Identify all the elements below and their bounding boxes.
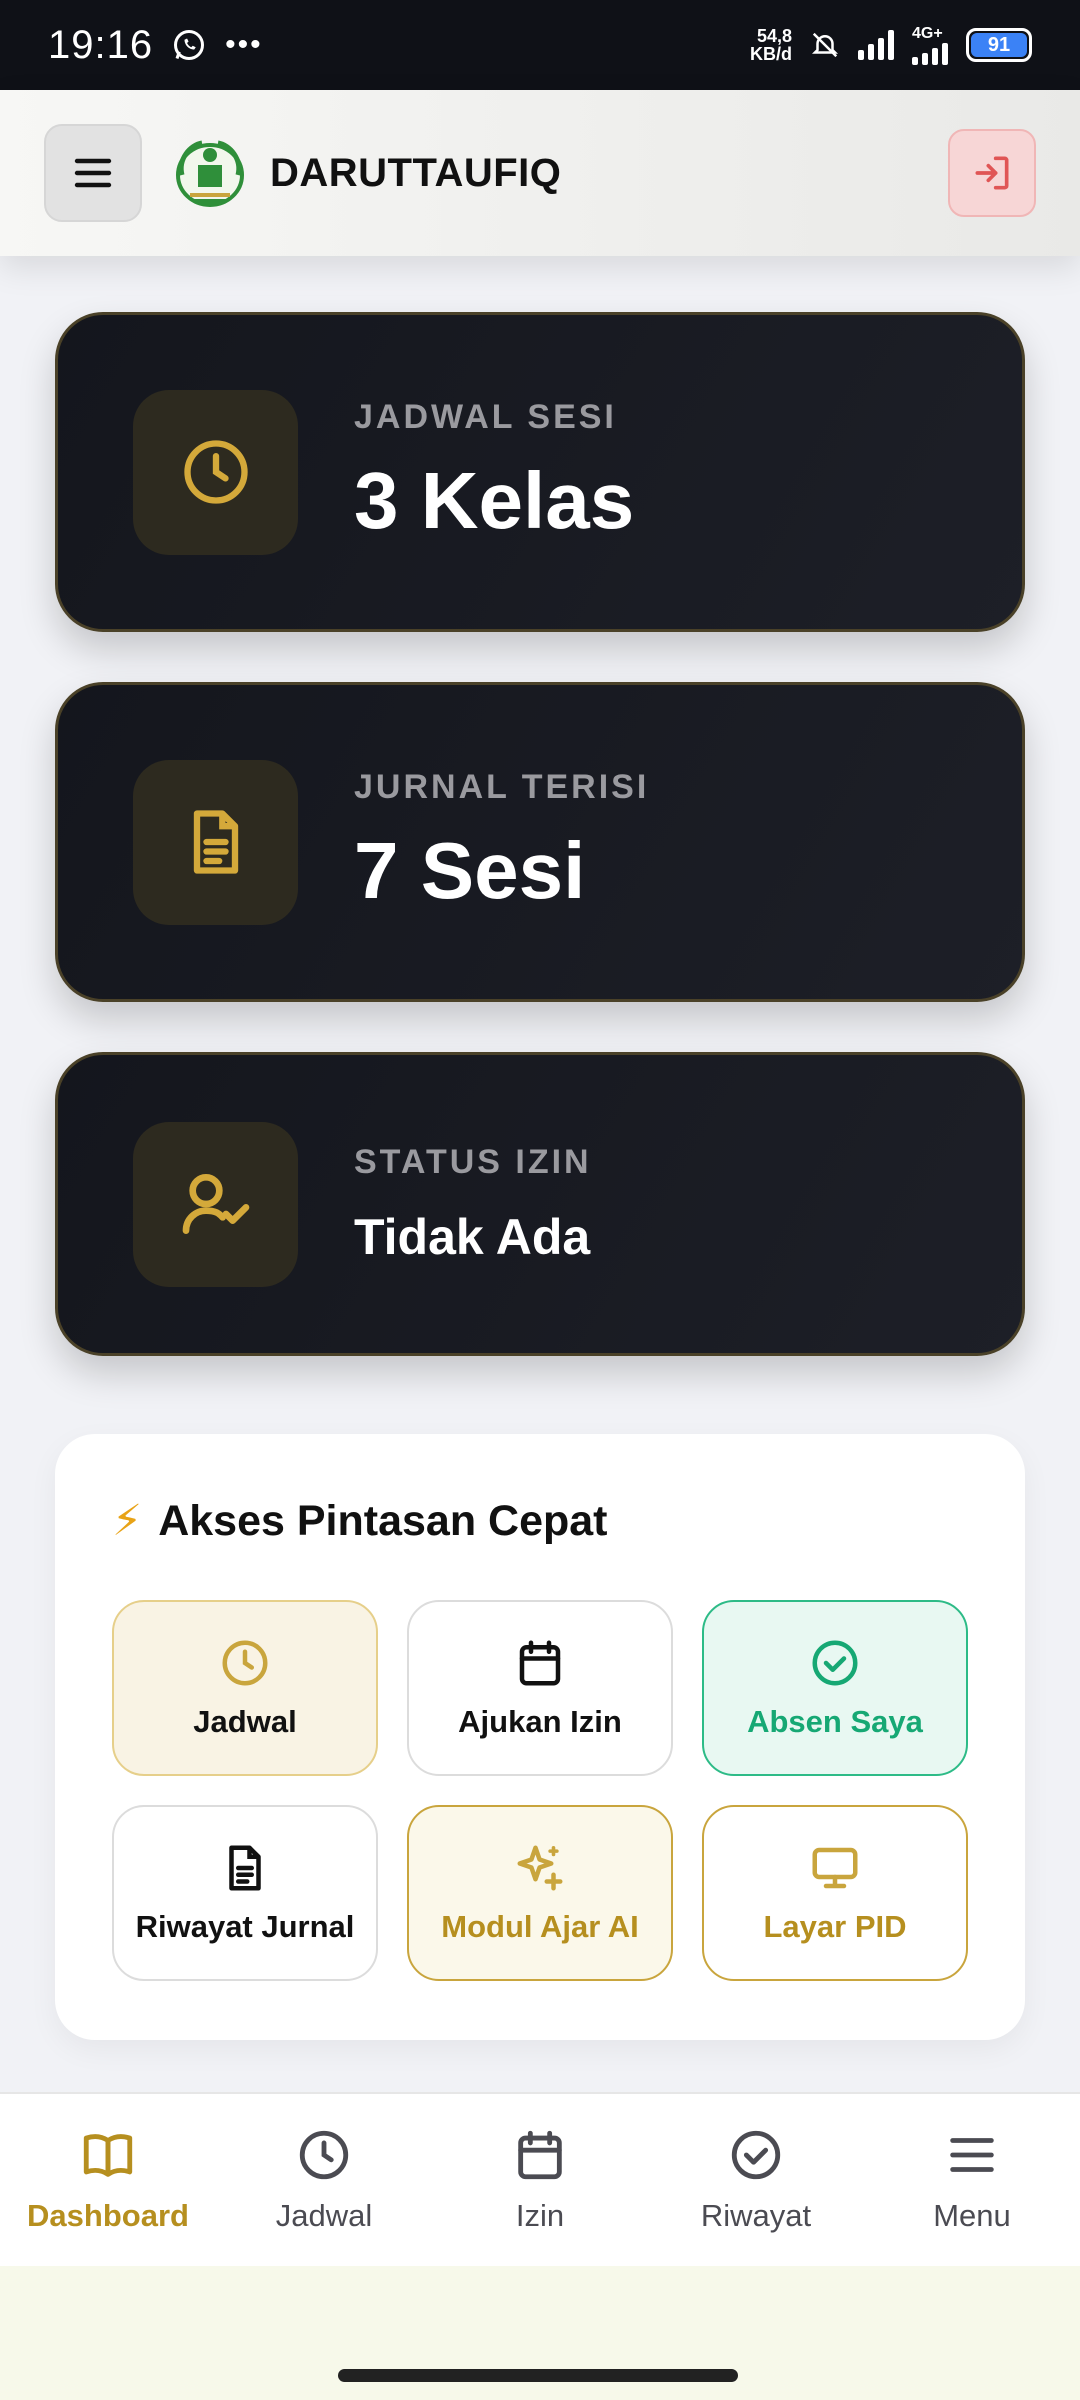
check-circle-icon xyxy=(812,1640,858,1686)
quick-tile-layar-pid[interactable]: Layar PID xyxy=(702,1805,968,1981)
home-indicator[interactable] xyxy=(338,2369,738,2382)
quick-tile-ajukan-izin[interactable]: Ajukan Izin xyxy=(407,1600,673,1776)
calendar-icon xyxy=(518,2130,562,2180)
stat-label: STATUS IZIN xyxy=(354,1142,592,1181)
quick-tile-label: Modul Ajar AI xyxy=(441,1909,639,1944)
clock-icon xyxy=(183,440,248,504)
battery-icon: 91 xyxy=(966,28,1032,62)
stat-value: 7 Sesi xyxy=(354,825,586,915)
nav-label: Dashboard xyxy=(27,2198,189,2233)
quick-tile-modul-ajar-ai[interactable]: Modul Ajar AI xyxy=(407,1805,673,1981)
sparkles-icon xyxy=(517,1845,563,1891)
hamburger-icon xyxy=(74,158,112,188)
stat-card-status-izin[interactable]: STATUS IZIN Tidak Ada xyxy=(55,1052,1025,1356)
stat-icon-box xyxy=(133,389,298,555)
monitor-icon xyxy=(812,1847,858,1889)
status-time: 19:16 xyxy=(48,22,154,67)
brand-name: DARUTTAUFIQ xyxy=(270,150,562,195)
quick-tile-riwayat-jurnal[interactable]: Riwayat Jurnal xyxy=(112,1805,378,1981)
stat-label: JURNAL TERISI xyxy=(354,767,650,806)
logout-icon xyxy=(975,156,1009,190)
quick-tile-jadwal[interactable]: Jadwal xyxy=(112,1600,378,1776)
document-icon xyxy=(193,810,238,874)
logout-button[interactable] xyxy=(948,129,1036,217)
stat-icon-box xyxy=(133,759,298,925)
network-type: 4G+ xyxy=(912,25,943,42)
bottom-navigation: Dashboard Jadwal Izin Riwayat Menu xyxy=(0,2092,1080,2266)
signal-icon xyxy=(858,30,894,60)
clock-icon xyxy=(299,2130,349,2180)
quick-tile-absen-saya[interactable]: Absen Saya xyxy=(702,1600,968,1776)
quick-tile-label: Absen Saya xyxy=(747,1704,923,1739)
network-speed-value: 54,8 xyxy=(756,26,792,46)
stat-card-jurnal-terisi[interactable]: JURNAL TERISI 7 Sesi xyxy=(55,682,1025,1002)
nav-riwayat[interactable]: Riwayat xyxy=(656,2126,856,2234)
quick-access-title-text: Akses Pintasan Cepat xyxy=(158,1496,608,1545)
lightning-icon: ⚡ xyxy=(112,1497,143,1545)
quick-access-title: ⚡ Akses Pintasan Cepat xyxy=(112,1496,968,1546)
nav-label: Menu xyxy=(933,2198,1011,2233)
nav-jadwal[interactable]: Jadwal xyxy=(224,2126,424,2234)
calendar-icon xyxy=(519,1640,561,1686)
network-speed-unit: KB/d xyxy=(750,44,792,64)
nav-label: Izin xyxy=(515,2198,565,2233)
quick-tile-label: Layar PID xyxy=(763,1909,907,1944)
nav-label: Jadwal xyxy=(275,2198,373,2233)
quick-access-panel: ⚡ Akses Pintasan Cepat Jadwal Ajukan Izi… xyxy=(55,1434,1025,2040)
app-header: DARUTTAUFIQ xyxy=(0,90,1080,256)
signal-4g-icon: 4G+ xyxy=(912,25,948,65)
logo-icon xyxy=(176,140,244,207)
more-notifications-icon: ••• xyxy=(225,28,263,61)
stat-value: 3 Kelas xyxy=(354,455,635,545)
status-bar: 19:16 ••• 54,8 KB/d 4G+ 91 xyxy=(0,0,1080,90)
battery-level: 91 xyxy=(971,33,1027,57)
check-circle-icon xyxy=(731,2130,781,2180)
quick-tile-label: Jadwal xyxy=(193,1704,297,1739)
user-check-icon xyxy=(182,1174,249,1234)
whatsapp-icon xyxy=(174,30,205,60)
menu-button[interactable] xyxy=(44,124,142,222)
nav-label: Riwayat xyxy=(700,2198,812,2233)
quick-tile-label: Ajukan Izin xyxy=(458,1704,622,1739)
stat-label: JADWAL SESI xyxy=(354,397,617,436)
network-speed: 54,8 KB/d xyxy=(750,27,792,63)
nav-dashboard[interactable]: Dashboard xyxy=(8,2126,208,2234)
document-icon xyxy=(229,1845,261,1891)
book-open-icon xyxy=(83,2134,133,2177)
quick-tile-label: Riwayat Jurnal xyxy=(135,1909,355,1944)
menu-icon xyxy=(950,2138,994,2172)
stat-icon-box xyxy=(133,1121,298,1287)
stat-value: Tidak Ada xyxy=(354,1208,591,1265)
nav-menu[interactable]: Menu xyxy=(872,2126,1072,2234)
nav-izin[interactable]: Izin xyxy=(440,2126,640,2234)
mute-icon xyxy=(811,32,839,58)
stat-card-jadwal-sesi[interactable]: JADWAL SESI 3 Kelas xyxy=(55,312,1025,632)
clock-icon xyxy=(222,1640,268,1686)
